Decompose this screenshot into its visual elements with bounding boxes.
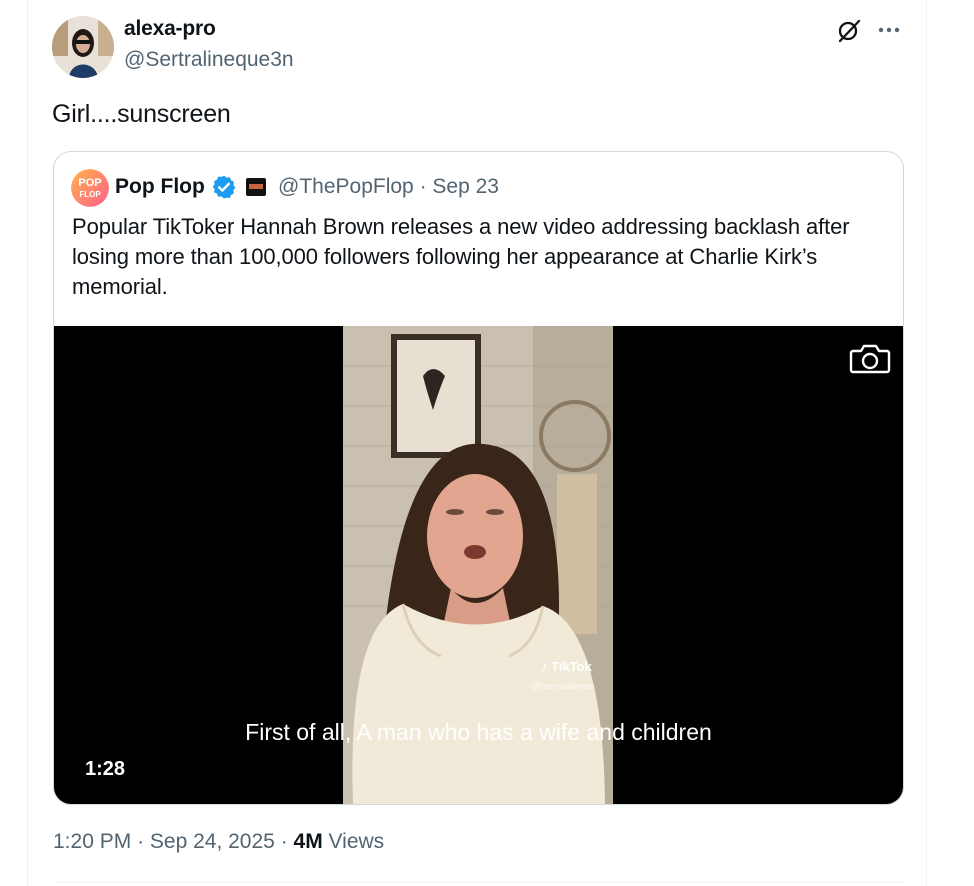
quoted-author-display-name[interactable]: Pop Flop bbox=[115, 175, 205, 199]
pop-flop-logo: POP FLOP bbox=[71, 169, 109, 207]
quoted-post-card[interactable]: POP FLOP Pop Flop @ThePopFlop · Sep 23 P… bbox=[53, 151, 904, 805]
quoted-post-text: Popular TikToker Hannah Brown releases a… bbox=[72, 214, 850, 299]
camera-icon[interactable] bbox=[849, 341, 891, 375]
author-handle[interactable]: @Sertralineque3n bbox=[124, 48, 294, 72]
svg-text:FLOP: FLOP bbox=[79, 190, 101, 199]
grok-icon[interactable] bbox=[836, 18, 862, 44]
quoted-post-date[interactable]: Sep 23 bbox=[432, 175, 499, 198]
quoted-author-handle-and-date[interactable]: @ThePopFlop · Sep 23 bbox=[278, 175, 499, 199]
timeline-border-left bbox=[27, 0, 28, 886]
svg-text:POP: POP bbox=[78, 177, 101, 189]
quoted-author-avatar[interactable]: POP FLOP bbox=[71, 169, 109, 207]
affiliate-badge-icon bbox=[246, 178, 266, 196]
post-time[interactable]: 1:20 PM bbox=[53, 830, 131, 853]
separator-dot: · bbox=[137, 830, 150, 853]
separator-dot: · bbox=[419, 175, 433, 198]
video-caption: First of all, A man who has a wife and c… bbox=[245, 719, 712, 745]
author-display-name[interactable]: alexa-pro bbox=[124, 17, 216, 41]
separator-dot: · bbox=[280, 830, 294, 853]
verified-badge-icon bbox=[212, 175, 236, 199]
quoted-author-handle: @ThePopFlop bbox=[278, 175, 414, 198]
post-date[interactable]: Sep 24, 2025 bbox=[150, 830, 275, 853]
views-label[interactable]: Views bbox=[329, 830, 385, 853]
more-options-icon[interactable] bbox=[876, 20, 902, 40]
post-text: Girl....sunscreen bbox=[52, 100, 231, 128]
post-meta: 1:20 PM · Sep 24, 2025 · 4M Views bbox=[53, 830, 384, 854]
author-avatar-image bbox=[52, 16, 114, 78]
divider bbox=[54, 882, 904, 883]
views-count[interactable]: 4M bbox=[294, 830, 323, 853]
timeline-border-right bbox=[926, 0, 927, 886]
author-avatar[interactable] bbox=[52, 16, 114, 78]
video-player[interactable]: ♪ TikTok @hannahbrown First of all, A ma… bbox=[54, 326, 903, 804]
tiktok-watermark: ♪ TikTok bbox=[541, 659, 592, 674]
video-duration: 1:28 bbox=[85, 758, 126, 780]
tiktok-watermark-user: @hannahbrown bbox=[531, 681, 595, 691]
